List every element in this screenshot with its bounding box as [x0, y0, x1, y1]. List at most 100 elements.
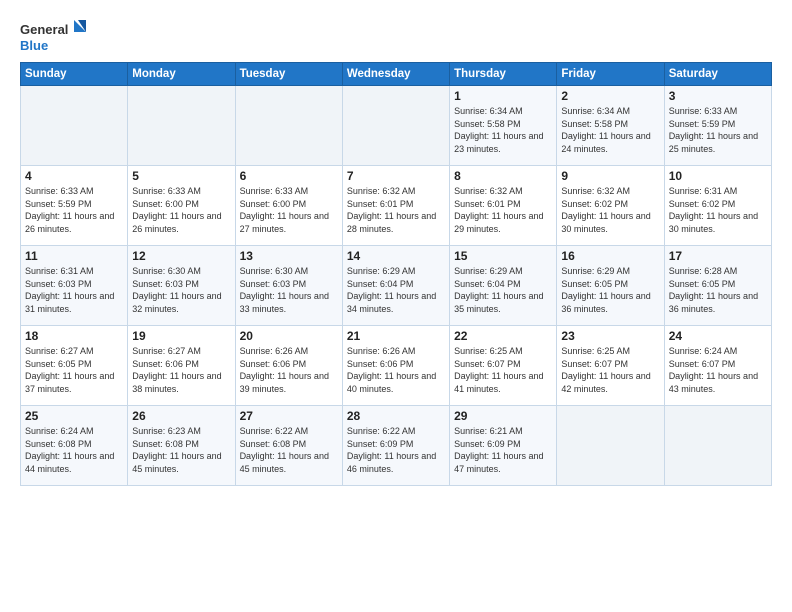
- day-info: Sunrise: 6:30 AM Sunset: 6:03 PM Dayligh…: [240, 265, 338, 315]
- calendar-cell: 21 Sunrise: 6:26 AM Sunset: 6:06 PM Dayli…: [342, 326, 449, 406]
- day-info: Sunrise: 6:24 AM Sunset: 6:07 PM Dayligh…: [669, 345, 767, 395]
- day-info: Sunrise: 6:29 AM Sunset: 6:05 PM Dayligh…: [561, 265, 659, 315]
- day-number: 27: [240, 409, 338, 423]
- calendar-cell: 20 Sunrise: 6:26 AM Sunset: 6:06 PM Dayli…: [235, 326, 342, 406]
- svg-text:General: General: [20, 22, 68, 37]
- calendar-cell: 13 Sunrise: 6:30 AM Sunset: 6:03 PM Dayli…: [235, 246, 342, 326]
- calendar-cell: 9 Sunrise: 6:32 AM Sunset: 6:02 PM Daylig…: [557, 166, 664, 246]
- day-number: 6: [240, 169, 338, 183]
- day-number: 20: [240, 329, 338, 343]
- day-number: 7: [347, 169, 445, 183]
- calendar-cell: 14Sunrise: 6:29 AM Sunset: 6:04 PM Dayli…: [342, 246, 449, 326]
- day-number: 29: [454, 409, 552, 423]
- day-info: Sunrise: 6:23 AM Sunset: 6:08 PM Dayligh…: [132, 425, 230, 475]
- calendar-cell: 24Sunrise: 6:24 AM Sunset: 6:07 PM Dayli…: [664, 326, 771, 406]
- calendar-cell: 28 Sunrise: 6:22 AM Sunset: 6:09 PM Dayli…: [342, 406, 449, 486]
- day-info: Sunrise: 6:32 AM Sunset: 6:02 PM Dayligh…: [561, 185, 659, 235]
- day-number: 9: [561, 169, 659, 183]
- calendar-cell: 3 Sunrise: 6:33 AM Sunset: 5:59 PM Daylig…: [664, 86, 771, 166]
- calendar-cell: 19 Sunrise: 6:27 AM Sunset: 6:06 PM Dayli…: [128, 326, 235, 406]
- day-number: 25: [25, 409, 123, 423]
- calendar-table: SundayMondayTuesdayWednesdayThursdayFrid…: [20, 62, 772, 486]
- day-number: 3: [669, 89, 767, 103]
- calendar-cell: [557, 406, 664, 486]
- day-number: 8: [454, 169, 552, 183]
- col-header-monday: Monday: [128, 63, 235, 86]
- day-number: 16: [561, 249, 659, 263]
- day-info: Sunrise: 6:29 AM Sunset: 6:04 PM Dayligh…: [454, 265, 552, 315]
- calendar-cell: 22 Sunrise: 6:25 AM Sunset: 6:07 PM Dayli…: [450, 326, 557, 406]
- calendar-cell: 27 Sunrise: 6:22 AM Sunset: 6:08 PM Dayli…: [235, 406, 342, 486]
- day-info: Sunrise: 6:25 AM Sunset: 6:07 PM Dayligh…: [454, 345, 552, 395]
- calendar-cell: 25 Sunrise: 6:24 AM Sunset: 6:08 PM Dayli…: [21, 406, 128, 486]
- day-info: Sunrise: 6:21 AM Sunset: 6:09 PM Dayligh…: [454, 425, 552, 475]
- day-info: Sunrise: 6:32 AM Sunset: 6:01 PM Dayligh…: [347, 185, 445, 235]
- day-number: 26: [132, 409, 230, 423]
- calendar-cell: [128, 86, 235, 166]
- calendar-cell: 7 Sunrise: 6:32 AM Sunset: 6:01 PM Daylig…: [342, 166, 449, 246]
- day-number: 15: [454, 249, 552, 263]
- day-number: 17: [669, 249, 767, 263]
- calendar-cell: 12Sunrise: 6:30 AM Sunset: 6:03 PM Dayli…: [128, 246, 235, 326]
- logo: GeneralBlue: [20, 18, 90, 54]
- day-info: Sunrise: 6:32 AM Sunset: 6:01 PM Dayligh…: [454, 185, 552, 235]
- calendar-cell: [664, 406, 771, 486]
- calendar-cell: 8 Sunrise: 6:32 AM Sunset: 6:01 PM Daylig…: [450, 166, 557, 246]
- calendar-cell: 17 Sunrise: 6:28 AM Sunset: 6:05 PM Dayli…: [664, 246, 771, 326]
- col-header-thursday: Thursday: [450, 63, 557, 86]
- col-header-sunday: Sunday: [21, 63, 128, 86]
- calendar-cell: 15 Sunrise: 6:29 AM Sunset: 6:04 PM Dayli…: [450, 246, 557, 326]
- day-number: 10: [669, 169, 767, 183]
- calendar-cell: 2 Sunrise: 6:34 AM Sunset: 5:58 PM Daylig…: [557, 86, 664, 166]
- col-header-tuesday: Tuesday: [235, 63, 342, 86]
- svg-text:Blue: Blue: [20, 38, 48, 53]
- day-number: 2: [561, 89, 659, 103]
- col-header-wednesday: Wednesday: [342, 63, 449, 86]
- calendar-cell: 23 Sunrise: 6:25 AM Sunset: 6:07 PM Dayli…: [557, 326, 664, 406]
- day-number: 21: [347, 329, 445, 343]
- col-header-friday: Friday: [557, 63, 664, 86]
- col-header-saturday: Saturday: [664, 63, 771, 86]
- calendar-cell: 16 Sunrise: 6:29 AM Sunset: 6:05 PM Dayli…: [557, 246, 664, 326]
- day-info: Sunrise: 6:31 AM Sunset: 6:03 PM Dayligh…: [25, 265, 123, 315]
- day-number: 18: [25, 329, 123, 343]
- calendar-cell: [342, 86, 449, 166]
- day-number: 1: [454, 89, 552, 103]
- calendar-cell: 6 Sunrise: 6:33 AM Sunset: 6:00 PM Daylig…: [235, 166, 342, 246]
- calendar-cell: 4 Sunrise: 6:33 AM Sunset: 5:59 PM Daylig…: [21, 166, 128, 246]
- day-info: Sunrise: 6:30 AM Sunset: 6:03 PM Dayligh…: [132, 265, 230, 315]
- day-info: Sunrise: 6:31 AM Sunset: 6:02 PM Dayligh…: [669, 185, 767, 235]
- calendar-cell: [21, 86, 128, 166]
- day-info: Sunrise: 6:25 AM Sunset: 6:07 PM Dayligh…: [561, 345, 659, 395]
- calendar-cell: 29 Sunrise: 6:21 AM Sunset: 6:09 PM Dayli…: [450, 406, 557, 486]
- calendar-cell: 1 Sunrise: 6:34 AM Sunset: 5:58 PM Daylig…: [450, 86, 557, 166]
- calendar-cell: 26 Sunrise: 6:23 AM Sunset: 6:08 PM Dayli…: [128, 406, 235, 486]
- day-info: Sunrise: 6:26 AM Sunset: 6:06 PM Dayligh…: [240, 345, 338, 395]
- day-info: Sunrise: 6:33 AM Sunset: 5:59 PM Dayligh…: [25, 185, 123, 235]
- day-number: 28: [347, 409, 445, 423]
- day-number: 5: [132, 169, 230, 183]
- day-info: Sunrise: 6:22 AM Sunset: 6:08 PM Dayligh…: [240, 425, 338, 475]
- day-info: Sunrise: 6:33 AM Sunset: 5:59 PM Dayligh…: [669, 105, 767, 155]
- day-info: Sunrise: 6:24 AM Sunset: 6:08 PM Dayligh…: [25, 425, 123, 475]
- day-info: Sunrise: 6:26 AM Sunset: 6:06 PM Dayligh…: [347, 345, 445, 395]
- day-info: Sunrise: 6:27 AM Sunset: 6:06 PM Dayligh…: [132, 345, 230, 395]
- calendar-cell: 18 Sunrise: 6:27 AM Sunset: 6:05 PM Dayli…: [21, 326, 128, 406]
- calendar-cell: [235, 86, 342, 166]
- day-info: Sunrise: 6:33 AM Sunset: 6:00 PM Dayligh…: [240, 185, 338, 235]
- day-number: 23: [561, 329, 659, 343]
- calendar-cell: 5 Sunrise: 6:33 AM Sunset: 6:00 PM Daylig…: [128, 166, 235, 246]
- day-info: Sunrise: 6:34 AM Sunset: 5:58 PM Dayligh…: [454, 105, 552, 155]
- calendar-cell: 11 Sunrise: 6:31 AM Sunset: 6:03 PM Dayli…: [21, 246, 128, 326]
- calendar-cell: 10 Sunrise: 6:31 AM Sunset: 6:02 PM Dayli…: [664, 166, 771, 246]
- day-number: 13: [240, 249, 338, 263]
- day-info: Sunrise: 6:27 AM Sunset: 6:05 PM Dayligh…: [25, 345, 123, 395]
- day-number: 4: [25, 169, 123, 183]
- day-number: 19: [132, 329, 230, 343]
- day-number: 22: [454, 329, 552, 343]
- day-info: Sunrise: 6:22 AM Sunset: 6:09 PM Dayligh…: [347, 425, 445, 475]
- day-info: Sunrise: 6:34 AM Sunset: 5:58 PM Dayligh…: [561, 105, 659, 155]
- day-info: Sunrise: 6:33 AM Sunset: 6:00 PM Dayligh…: [132, 185, 230, 235]
- day-info: Sunrise: 6:28 AM Sunset: 6:05 PM Dayligh…: [669, 265, 767, 315]
- day-number: 11: [25, 249, 123, 263]
